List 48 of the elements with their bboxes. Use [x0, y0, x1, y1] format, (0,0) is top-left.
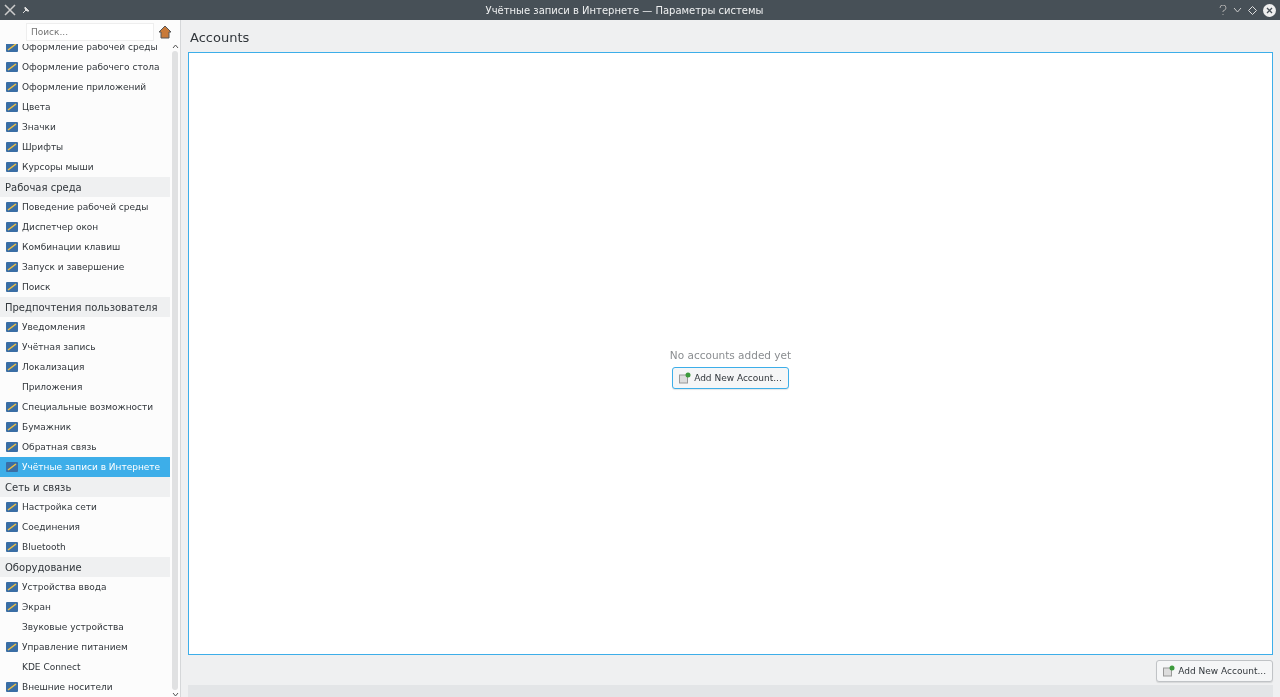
sidebar-item[interactable]: Приложения: [0, 377, 170, 397]
sidebar-item[interactable]: Устройства ввода: [0, 577, 170, 597]
sidebar-item[interactable]: Курсоры мыши: [0, 157, 170, 177]
sidebar-item[interactable]: Шрифты: [0, 137, 170, 157]
sidebar-item[interactable]: Поиск: [0, 277, 170, 297]
category-header: Рабочая среда: [0, 177, 170, 197]
sidebar-item[interactable]: Поведение рабочей среды: [0, 197, 170, 217]
window-title: Учётные записи в Интернете — Параметры системы: [484, 4, 765, 16]
sidebar-item[interactable]: Значки: [0, 117, 170, 137]
sidebar-item[interactable]: Учётная запись: [0, 337, 170, 357]
sidebar-item[interactable]: Bluetooth: [0, 537, 170, 557]
scroll-up-icon[interactable]: [171, 44, 179, 49]
sidebar-item[interactable]: Экран: [0, 597, 170, 617]
sidebar-item[interactable]: KDE Connect: [0, 657, 170, 677]
sidebar-item[interactable]: Соединения: [0, 517, 170, 537]
add-account-icon: [679, 371, 692, 384]
sidebar-item[interactable]: Звуковые устройства: [0, 617, 170, 637]
sidebar-item[interactable]: Комбинации клавиш: [0, 237, 170, 257]
minimize-icon[interactable]: [1233, 7, 1242, 13]
sidebar-item[interactable]: Оформление рабочего стола: [0, 57, 170, 77]
page-heading: Accounts: [189, 29, 251, 47]
sidebar-item[interactable]: Запуск и завершение: [0, 257, 170, 277]
sidebar-item[interactable]: Локализация: [0, 357, 170, 377]
scroll-down-icon[interactable]: [171, 692, 179, 697]
add-account-icon: [1163, 664, 1176, 677]
category-header: Оборудование: [0, 557, 170, 577]
add-account-button[interactable]: Add New Account...: [672, 366, 789, 389]
empty-message: No accounts added yet: [669, 348, 792, 361]
maximize-icon[interactable]: [1248, 5, 1257, 15]
sidebar-item[interactable]: Уведомления: [0, 317, 170, 337]
category-header: Предпочтения пользователя: [0, 297, 170, 317]
sidebar-item[interactable]: Управление питанием: [0, 637, 170, 657]
help-icon[interactable]: [1219, 5, 1227, 15]
sidebar-item[interactable]: Бумажник: [0, 417, 170, 437]
sidebar-item[interactable]: Настройка сети: [0, 497, 170, 517]
sidebar-item[interactable]: Цвета: [0, 97, 170, 117]
close-icon[interactable]: [1263, 3, 1276, 17]
sidebar-item[interactable]: Обратная связь: [0, 437, 170, 457]
pin-icon[interactable]: [22, 6, 30, 14]
home-icon[interactable]: [158, 25, 172, 39]
sidebar-item[interactable]: Специальные возможности: [0, 397, 170, 417]
search-field[interactable]: Поиск...: [26, 23, 154, 41]
sidebar-item[interactable]: Внешние носители: [0, 677, 170, 697]
scrollbar-thumb[interactable]: [172, 51, 178, 690]
category-header: Сеть и связь: [0, 477, 170, 497]
sidebar-item[interactable]: Оформление приложений: [0, 77, 170, 97]
add-account-button[interactable]: Add New Account...: [1156, 659, 1273, 682]
sidebar-item[interactable]: Диспетчер окон: [0, 217, 170, 237]
